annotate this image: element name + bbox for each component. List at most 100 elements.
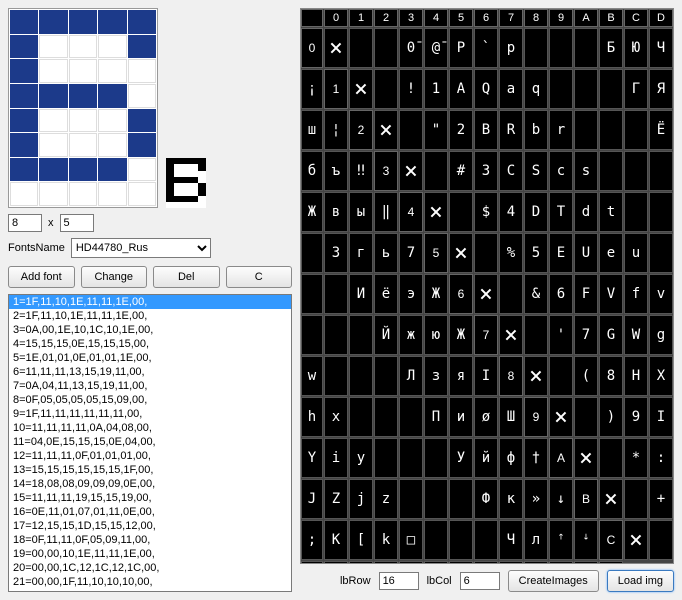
- font-cell[interactable]: ь: [374, 233, 398, 273]
- glyph-cell[interactable]: [98, 59, 126, 83]
- fonts-select[interactable]: HD44780_Rus: [71, 238, 211, 258]
- font-cell[interactable]: л: [524, 520, 548, 560]
- glyph-cell[interactable]: [69, 182, 97, 206]
- font-cell[interactable]: [424, 438, 448, 478]
- font-cell[interactable]: [324, 356, 348, 396]
- glyph-cell[interactable]: [10, 109, 38, 133]
- font-cell[interactable]: h: [301, 397, 323, 437]
- glyph-cell[interactable]: [128, 158, 156, 182]
- list-item[interactable]: 4=15,15,15,0E,15,15,15,00,: [9, 337, 291, 351]
- font-cell[interactable]: [374, 397, 398, 437]
- font-cell[interactable]: ю: [424, 315, 448, 355]
- glyph-cell[interactable]: [98, 133, 126, 157]
- font-cell[interactable]: [349, 28, 373, 68]
- font-cell[interactable]: г: [349, 233, 373, 273]
- font-cell[interactable]: :: [649, 438, 673, 478]
- font-cell[interactable]: <: [324, 561, 348, 564]
- font-cell[interactable]: 7: [574, 315, 598, 355]
- glyph-cell[interactable]: [128, 59, 156, 83]
- list-item[interactable]: 1=1F,11,10,1E,11,11,1E,00,: [9, 295, 291, 309]
- font-cell[interactable]: Ш: [499, 397, 523, 437]
- font-cell[interactable]: A: [449, 69, 473, 109]
- font-cell[interactable]: ": [424, 110, 448, 150]
- font-cell[interactable]: 6: [549, 274, 573, 314]
- font-cell[interactable]: Ч: [649, 28, 673, 68]
- font-cell[interactable]: [549, 28, 573, 68]
- font-cell[interactable]: Y: [301, 438, 323, 478]
- font-cell[interactable]: Ж: [424, 274, 448, 314]
- hex-list[interactable]: 1=1F,11,10,1E,11,11,1E,00,2=1F,11,10,1E,…: [8, 294, 292, 592]
- font-cell[interactable]: [549, 397, 573, 437]
- glyph-cell[interactable]: [10, 182, 38, 206]
- font-cell[interactable]: [424, 479, 448, 519]
- glyph-cell[interactable]: [69, 59, 97, 83]
- font-cell[interactable]: 3: [474, 151, 498, 191]
- font-cell[interactable]: [424, 520, 448, 560]
- font-cell[interactable]: Ё: [649, 110, 673, 150]
- font-cell[interactable]: к: [499, 479, 523, 519]
- font-cell[interactable]: [599, 151, 623, 191]
- font-cell[interactable]: j: [349, 479, 373, 519]
- font-cell[interactable]: [574, 438, 598, 478]
- create-images-button[interactable]: CreateImages: [508, 570, 599, 592]
- font-cell[interactable]: H: [624, 356, 648, 396]
- height-input[interactable]: [8, 214, 42, 232]
- font-cell[interactable]: W: [624, 315, 648, 355]
- font-cell[interactable]: [324, 274, 348, 314]
- glyph-cell[interactable]: [98, 84, 126, 108]
- width-input[interactable]: [60, 214, 94, 232]
- glyph-cell[interactable]: [128, 109, 156, 133]
- font-cell[interactable]: F: [574, 274, 598, 314]
- font-cell[interactable]: [349, 69, 373, 109]
- font-cell[interactable]: [449, 479, 473, 519]
- font-cell[interactable]: Ч: [499, 520, 523, 560]
- list-item[interactable]: 9=1F,11,11,11,11,11,11,00,: [9, 407, 291, 421]
- font-cell[interactable]: w: [301, 356, 323, 396]
- font-cell[interactable]: Й: [374, 315, 398, 355]
- glyph-cell[interactable]: [128, 84, 156, 108]
- font-cell[interactable]: [599, 479, 623, 519]
- font-cell[interactable]: [424, 192, 448, 232]
- font-cell[interactable]: ‼: [349, 151, 373, 191]
- font-cell[interactable]: [649, 520, 673, 560]
- del-button[interactable]: Del: [153, 266, 220, 288]
- glyph-cell[interactable]: [98, 10, 126, 34]
- glyph-cell[interactable]: [69, 109, 97, 133]
- font-cell[interactable]: [301, 274, 323, 314]
- font-cell[interactable]: ꜛ: [549, 520, 573, 560]
- font-cell[interactable]: `: [474, 28, 498, 68]
- list-item[interactable]: 21=00,00,1F,11,10,10,10,00,: [9, 575, 291, 589]
- font-cell[interactable]: x: [324, 397, 348, 437]
- font-cell[interactable]: Q: [474, 69, 498, 109]
- glyph-cell[interactable]: [10, 158, 38, 182]
- font-cell[interactable]: ш: [301, 110, 323, 150]
- font-cell[interactable]: »: [524, 479, 548, 519]
- font-cell[interactable]: K: [324, 520, 348, 560]
- list-item[interactable]: 17=12,15,15,1D,15,15,12,00,: [9, 519, 291, 533]
- font-cell[interactable]: z: [374, 479, 398, 519]
- font-cell[interactable]: ж: [399, 315, 423, 355]
- font-cell[interactable]: i: [324, 438, 348, 478]
- font-cell[interactable]: [374, 110, 398, 150]
- font-cell[interactable]: [: [349, 520, 373, 560]
- list-item[interactable]: 5=1E,01,01,0E,01,01,1E,00,: [9, 351, 291, 365]
- glyph-cell[interactable]: [69, 84, 97, 108]
- font-cell[interactable]: ё: [374, 274, 398, 314]
- font-cell[interactable]: ): [599, 397, 623, 437]
- glyph-cell[interactable]: [98, 109, 126, 133]
- font-cell[interactable]: p: [499, 28, 523, 68]
- font-cell[interactable]: [474, 520, 498, 560]
- font-cell[interactable]: [474, 561, 498, 564]
- font-cell[interactable]: [624, 479, 648, 519]
- font-cell[interactable]: 5: [524, 233, 548, 273]
- font-cell[interactable]: ↘: [599, 561, 623, 564]
- font-cell[interactable]: Ж: [449, 315, 473, 355]
- font-cell[interactable]: U: [574, 233, 598, 273]
- font-cell[interactable]: ↓: [549, 479, 573, 519]
- font-cell[interactable]: ↙: [574, 561, 598, 564]
- font-cell[interactable]: f: [624, 274, 648, 314]
- load-img-button[interactable]: Load img: [607, 570, 674, 592]
- font-cell[interactable]: 8: [599, 356, 623, 396]
- font-cell[interactable]: b: [524, 110, 548, 150]
- font-cell[interactable]: e: [599, 233, 623, 273]
